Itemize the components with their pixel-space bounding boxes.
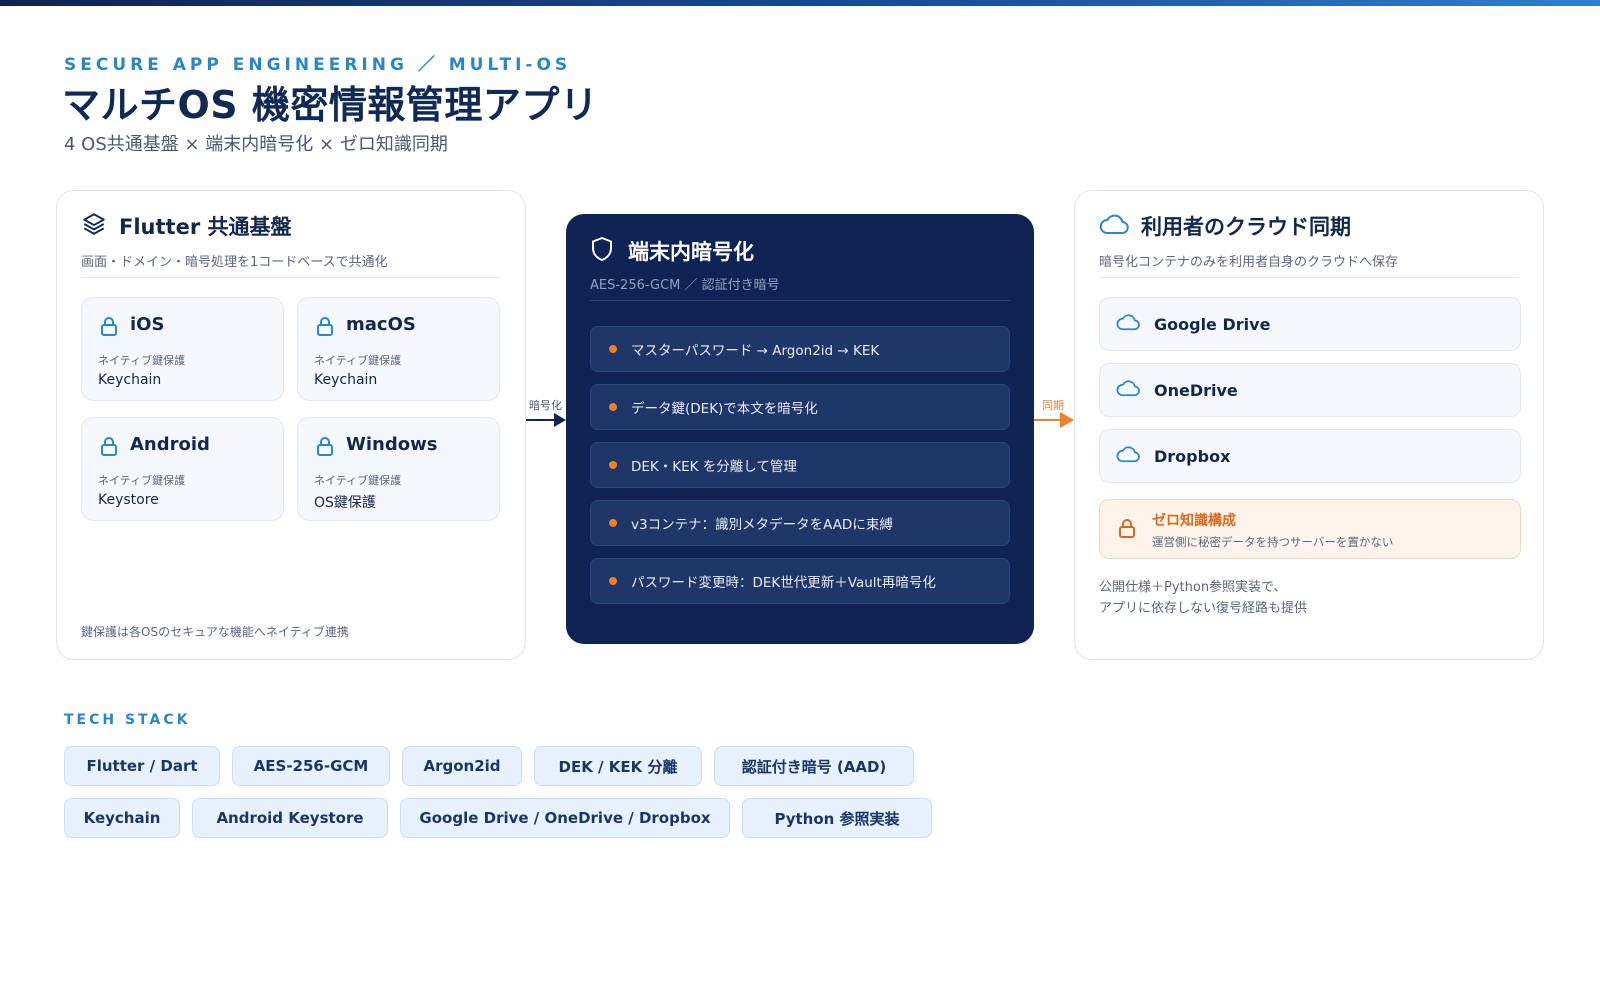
tech-chip: Android Keystore [192, 798, 388, 838]
divider [1099, 277, 1519, 278]
encryption-step: v3コンテナ：識別メタデータをAADに束縛 [590, 500, 1010, 546]
cloud-provider-onedrive: OneDrive [1099, 363, 1521, 417]
cloud-provider-name: OneDrive [1154, 380, 1238, 400]
tech-chip: AES-256-GCM [232, 746, 390, 786]
encrypt-arrow-label: 暗号化 [529, 399, 562, 412]
on-device-encryption-card: 端末内暗号化 AES-256-GCM ／ 認証付き暗号 マスターパスワード → … [566, 214, 1034, 644]
os-key-label: ネイティブ鍵保護 [314, 354, 402, 367]
step-text: DEK・KEK を分離して管理 [631, 459, 797, 475]
sync-arrow-label: 同期 [1042, 399, 1064, 412]
zero-knowledge-callout: ゼロ知識構成 運営側に秘密データを持つサーバーを置かない [1099, 499, 1521, 559]
encryption-card-title: 端末内暗号化 [628, 240, 754, 264]
os-name: Android [130, 434, 210, 455]
encryption-card-header: 端末内暗号化 [590, 236, 754, 266]
top-accent-bar [0, 0, 1600, 6]
cloud-card-header: 利用者のクラウド同期 [1099, 211, 1351, 241]
os-key-label: ネイティブ鍵保護 [98, 354, 186, 367]
tech-stack-label: TECH STACK [64, 712, 191, 728]
flutter-card-desc: 画面・ドメイン・暗号処理を1コードベースで共通化 [81, 255, 388, 270]
lock-icon [100, 436, 118, 460]
lock-icon [316, 436, 334, 460]
tech-chip: DEK / KEK 分離 [534, 746, 702, 786]
cloud-provider-name: Google Drive [1154, 314, 1271, 334]
encryption-step: データ鍵(DEK)で本文を暗号化 [590, 384, 1010, 430]
flutter-card-header: Flutter 共通基盤 [81, 211, 291, 241]
page-subtitle: 4 OS共通基盤 × 端末内暗号化 × ゼロ知識同期 [64, 134, 448, 155]
cloud-icon [1116, 445, 1140, 467]
os-tile-windows: Windows ネイティブ鍵保護 OS鍵保護 [297, 417, 500, 521]
page-title: マルチOS 機密情報管理アプリ [62, 83, 599, 127]
bullet-dot [609, 345, 617, 353]
bullet-dot [609, 403, 617, 411]
zero-knowledge-sub: 運営側に秘密データを持つサーバーを置かない [1152, 535, 1394, 549]
tech-chip: Flutter / Dart [64, 746, 220, 786]
step-text: マスターパスワード → Argon2id → KEK [631, 343, 880, 359]
shield-icon [590, 236, 614, 266]
tech-chip: Argon2id [402, 746, 522, 786]
step-text: データ鍵(DEK)で本文を暗号化 [631, 401, 818, 417]
zero-knowledge-title: ゼロ知識構成 [1152, 513, 1236, 529]
flutter-card-footer: 鍵保護は各OSのセキュアな機能へネイティブ連携 [81, 625, 349, 639]
os-key-value: Keychain [98, 372, 162, 388]
cloud-icon [1116, 379, 1140, 401]
flutter-card-title: Flutter 共通基盤 [119, 215, 292, 239]
cloud-sync-card: 利用者のクラウド同期 暗号化コンテナのみを利用者自身のクラウドへ保存 Googl… [1074, 190, 1544, 660]
lock-icon [100, 316, 118, 340]
tech-chip: Python 参照実装 [742, 798, 932, 838]
flutter-platform-card: Flutter 共通基盤 画面・ドメイン・暗号処理を1コードベースで共通化 iO… [56, 190, 526, 660]
os-name: Windows [346, 434, 438, 455]
os-tile-macos: macOS ネイティブ鍵保護 Keychain [297, 297, 500, 401]
os-tile-ios: iOS ネイティブ鍵保護 Keychain [81, 297, 284, 401]
cloud-icon [1099, 213, 1129, 239]
note-line: アプリに依存しない復号経路も提供 [1099, 601, 1308, 616]
os-key-value: Keychain [314, 372, 378, 388]
tech-chip: Google Drive / OneDrive / Dropbox [400, 798, 730, 838]
divider [81, 277, 501, 278]
step-text: v3コンテナ：識別メタデータをAADに束縛 [631, 517, 893, 533]
cloud-card-desc: 暗号化コンテナのみを利用者自身のクラウドへ保存 [1099, 255, 1399, 270]
encryption-step: パスワード変更時：DEK世代更新＋Vault再暗号化 [590, 558, 1010, 604]
tech-chip: Keychain [64, 798, 180, 838]
cloud-icon [1116, 313, 1140, 335]
encryption-step: DEK・KEK を分離して管理 [590, 442, 1010, 488]
encryption-card-desc: AES-256-GCM ／ 認証付き暗号 [590, 278, 780, 293]
os-key-value: OS鍵保護 [314, 495, 376, 511]
encrypt-arrow [526, 413, 566, 427]
decryption-path-note: 公開仕様＋Python参照実装で、 アプリに依存しない復号経路も提供 [1099, 577, 1499, 619]
divider [590, 300, 1010, 301]
eyebrow-label: SECURE APP ENGINEERING ／ MULTI-OS [64, 55, 572, 75]
bullet-dot [609, 461, 617, 469]
cloud-provider-google-drive: Google Drive [1099, 297, 1521, 351]
cloud-card-title: 利用者のクラウド同期 [1141, 215, 1351, 239]
lock-icon [1118, 518, 1136, 542]
layers-icon [81, 211, 107, 241]
os-key-value: Keystore [98, 492, 159, 508]
os-tile-android: Android ネイティブ鍵保護 Keystore [81, 417, 284, 521]
encryption-step: マスターパスワード → Argon2id → KEK [590, 326, 1010, 372]
os-name: iOS [130, 314, 165, 335]
tech-chip: 認証付き暗号 (AAD) [714, 746, 914, 786]
cloud-provider-dropbox: Dropbox [1099, 429, 1521, 483]
sync-arrow [1034, 412, 1074, 428]
bullet-dot [609, 519, 617, 527]
os-key-label: ネイティブ鍵保護 [98, 474, 186, 487]
cloud-provider-name: Dropbox [1154, 446, 1231, 466]
note-line: 公開仕様＋Python参照実装で、 [1099, 580, 1287, 595]
step-text: パスワード変更時：DEK世代更新＋Vault再暗号化 [631, 575, 936, 591]
os-name: macOS [346, 314, 416, 335]
lock-icon [316, 316, 334, 340]
os-key-label: ネイティブ鍵保護 [314, 474, 402, 487]
bullet-dot [609, 577, 617, 585]
